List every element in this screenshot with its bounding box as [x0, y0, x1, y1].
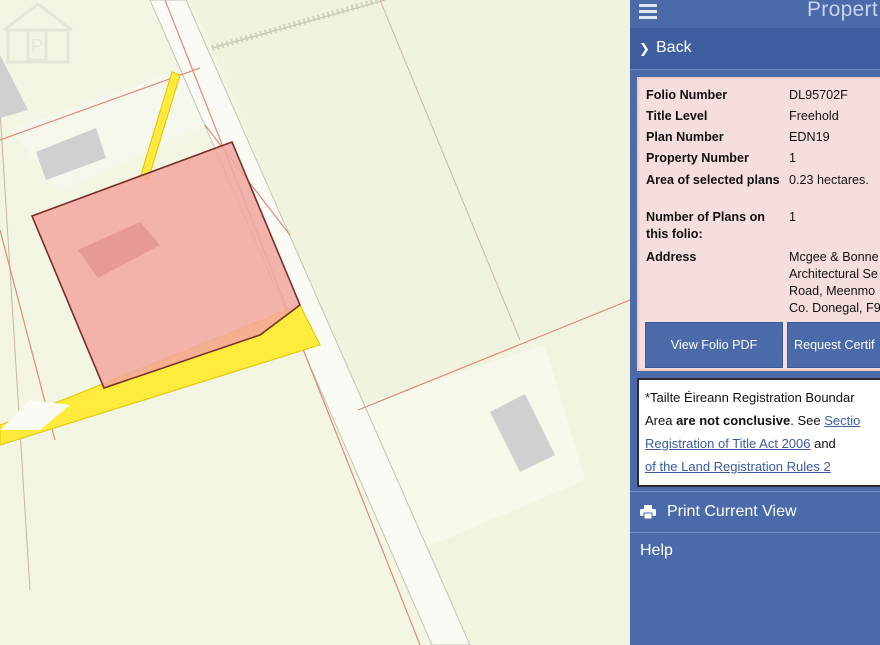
print-label: Print Current View	[667, 503, 797, 520]
section-link[interactable]: Sectio	[824, 413, 860, 428]
info-value: EDN19	[789, 130, 830, 144]
info-key: Title Level	[646, 109, 708, 123]
property-panel: Propert ❯ Back Folio Number DL95702F Tit…	[630, 0, 880, 645]
printer-icon	[640, 505, 656, 519]
hamburger-icon[interactable]	[639, 1, 657, 19]
property-logo-watermark-icon: P	[3, 2, 73, 64]
registration-act-link[interactable]: Registration of Title Act 2006	[645, 436, 810, 451]
info-key: Area of selected plans	[646, 173, 780, 187]
info-value: 0.23 hectares.	[789, 173, 869, 187]
help-label: Help	[640, 542, 673, 559]
map-canvas[interactable]	[0, 0, 630, 645]
disclaimer-line: *Tailte Éireann Registration Boundar	[645, 390, 855, 405]
info-key: Address	[646, 250, 697, 264]
info-key: Number of Plans on this folio:	[646, 210, 765, 241]
chevron-right-icon: ❯	[639, 41, 650, 56]
info-value: Freehold	[789, 109, 839, 123]
disclaimer-text: and	[810, 436, 836, 451]
info-value: 1	[789, 210, 797, 224]
map-view[interactable]: P	[0, 0, 630, 645]
disclaimer-bold: are not conclusive	[676, 413, 791, 428]
info-key: Folio Number	[646, 88, 728, 102]
property-details-card: Folio Number DL95702F Title Level Freeho…	[637, 77, 880, 371]
disclaimer-line: of the Land Registration Rules 2	[645, 455, 831, 478]
svg-text:P: P	[31, 36, 43, 56]
request-certificate-button[interactable]: Request Certif	[787, 322, 880, 368]
info-value: DL95702F	[789, 88, 848, 102]
panel-header: Propert	[630, 0, 880, 29]
help-button[interactable]: Help	[630, 532, 880, 570]
panel-title: Propert	[807, 0, 878, 21]
back-button[interactable]: ❯ Back	[630, 29, 880, 70]
registration-disclaimer: *Tailte Éireann Registration Boundar Are…	[637, 378, 880, 487]
registration-rules-link[interactable]: of the Land Registration Rules 2	[645, 459, 831, 474]
disclaimer-line: Registration of Title Act 2006 and	[645, 432, 836, 455]
disclaimer-text: . See	[790, 413, 825, 428]
info-key: Plan Number	[646, 130, 724, 144]
print-current-view-button[interactable]: Print Current View	[630, 491, 880, 533]
info-value: Mcgee & Bonne Architectural Se Road, Mee…	[789, 250, 880, 315]
disclaimer-text: Area	[645, 413, 677, 428]
info-key: Property Number	[646, 151, 749, 165]
disclaimer-line: Area are not conclusive. See Sectio	[645, 409, 860, 432]
view-folio-pdf-button[interactable]: View Folio PDF	[645, 322, 783, 368]
back-label: Back	[656, 39, 692, 56]
info-value: 1	[789, 151, 797, 165]
